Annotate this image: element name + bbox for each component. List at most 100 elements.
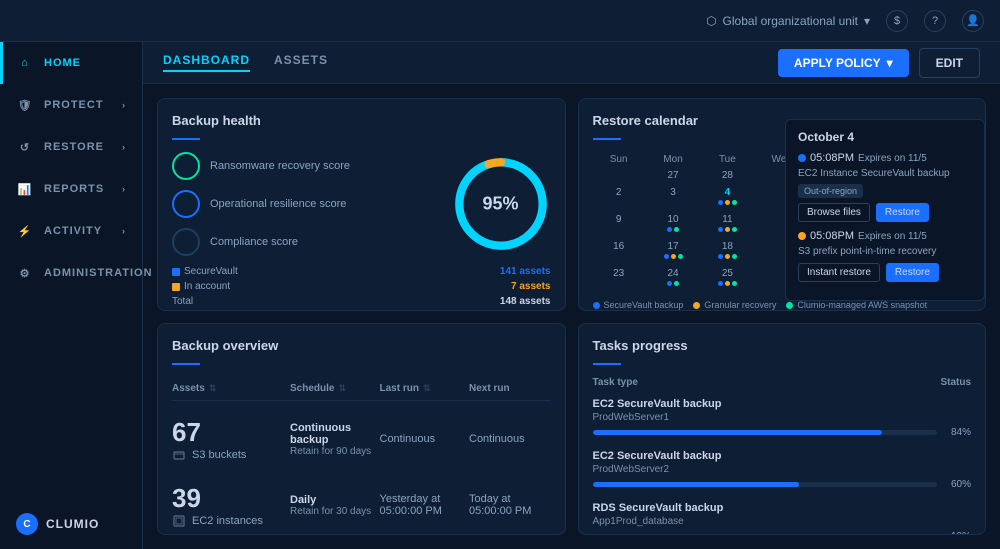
title-underline (593, 363, 621, 365)
cal-day (593, 167, 645, 184)
main-layout: ⌂ HOME 🛡 PROTECT › ↺ RESTORE › 📊 REPORTS… (0, 42, 1000, 549)
tasks-progress-title: Tasks progress (593, 338, 972, 353)
backup-overview-card: Backup overview Assets⇅ Schedule⇅ Last r… (157, 323, 566, 536)
score-operational: Operational resilience score (172, 190, 437, 218)
last-run-s3: Continuous (380, 433, 462, 445)
score-circle-compliance (172, 228, 200, 256)
restore-button-1[interactable]: Restore (876, 203, 929, 222)
task-bar-2: 60% (593, 479, 972, 490)
legend-securevault: SecureVault backup (604, 300, 684, 310)
cal-day[interactable]: 17 (647, 238, 699, 265)
event1-actions: Browse files Restore (798, 203, 972, 222)
task-sub-3: App1Prod_database (593, 516, 972, 527)
cal-day[interactable]: 24 (647, 265, 699, 292)
cal-day[interactable]: 18 (701, 238, 753, 265)
cal-header-tue: Tue (701, 152, 753, 167)
backup-health-card: Backup health Ransomware recovery score … (157, 98, 566, 311)
sidebar-item-label: PROTECT (44, 99, 104, 111)
last-run-ec2: Yesterday at 05:00:00 PM (380, 493, 462, 517)
sidebar: ⌂ HOME 🛡 PROTECT › ↺ RESTORE › 📊 REPORTS… (0, 42, 143, 549)
tooltip-date: October 4 (798, 130, 972, 144)
browse-files-button[interactable]: Browse files (798, 203, 870, 222)
cal-day[interactable]: 11 (701, 211, 753, 238)
restore-button-2[interactable]: Restore (886, 263, 939, 282)
inaccount-label: In account (184, 281, 230, 292)
donut-chart-area: 95% (451, 154, 551, 254)
score-circle-ransomware (172, 152, 200, 180)
tab-assets[interactable]: ASSETS (274, 53, 328, 72)
score-label-ransomware: Ransomware recovery score (210, 160, 350, 172)
dollar-icon[interactable]: $ (886, 10, 908, 32)
sidebar-item-protect[interactable]: 🛡 PROTECT › (0, 84, 142, 126)
legend-inaccount-row: In account 7 assets (172, 281, 551, 292)
legend-securevault-row: SecureVault 141 assets (172, 266, 551, 277)
total-count: 148 assets (500, 296, 551, 307)
asset-name-s3: S3 buckets (172, 448, 282, 462)
task-name-2: EC2 SecureVault backup (593, 450, 972, 462)
event2-time: 05:08PM (810, 230, 854, 242)
title-underline (593, 138, 621, 140)
org-selector[interactable]: ⬡ Global organizational unit ▾ (706, 14, 870, 28)
task-sub-1: ProdWebServer1 (593, 412, 972, 423)
table-row: 39 EC2 instances Daily Retain for 30 day… (172, 473, 551, 536)
score-compliance: Compliance score (172, 228, 437, 256)
next-run-ec2: Today at 05:00:00 PM (469, 493, 551, 517)
chevron-right-icon: › (122, 226, 126, 236)
org-icon: ⬡ (706, 14, 716, 28)
sidebar-item-home[interactable]: ⌂ HOME (0, 42, 142, 84)
cal-day[interactable]: 25 (701, 265, 753, 292)
cal-day[interactable]: 3 (647, 184, 699, 211)
user-icon[interactable]: 👤 (962, 10, 984, 32)
legend-aws-snapshot: Clumio-managed AWS snapshot (797, 300, 927, 310)
chevron-right-icon: › (122, 184, 126, 194)
sidebar-item-activity[interactable]: ⚡ ACTIVITY › (0, 210, 142, 252)
event2-desc: S3 prefix point-in-time recovery (798, 246, 972, 257)
cal-day[interactable]: 9 (593, 211, 645, 238)
task-bar-fill-3 (593, 534, 627, 536)
sidebar-item-administration[interactable]: ⚙ ADMINISTRATION (0, 252, 142, 294)
task-row-3: RDS SecureVault backup App1Prod_database… (593, 502, 972, 536)
edit-button[interactable]: EDIT (919, 48, 980, 78)
inaccount-dot (172, 283, 180, 291)
instant-restore-button[interactable]: Instant restore (798, 263, 880, 282)
event2-actions: Instant restore Restore (798, 263, 972, 282)
title-underline (172, 138, 200, 140)
sidebar-item-label: REPORTS (44, 183, 104, 195)
sidebar-item-restore[interactable]: ↺ RESTORE › (0, 126, 142, 168)
backup-health-title: Backup health (172, 113, 551, 128)
cal-day[interactable]: 27 (647, 167, 699, 184)
sort-icon[interactable]: ⇅ (423, 383, 431, 394)
chevron-right-icon: › (122, 142, 126, 152)
backup-health-content: Ransomware recovery score Operational re… (172, 152, 551, 256)
ec2-icon (172, 514, 186, 528)
home-icon: ⌂ (16, 54, 34, 72)
sidebar-item-reports[interactable]: 📊 REPORTS › (0, 168, 142, 210)
cal-day[interactable]: 16 (593, 238, 645, 265)
question-icon[interactable]: ? (924, 10, 946, 32)
legend-total-row: Total 148 assets (172, 296, 551, 307)
sort-icon[interactable]: ⇅ (338, 383, 346, 394)
sort-icon[interactable]: ⇅ (209, 383, 217, 394)
tab-dashboard[interactable]: DASHBOARD (163, 53, 250, 72)
asset-name-ec2: EC2 instances (172, 514, 282, 528)
activity-icon: ⚡ (16, 222, 34, 240)
task-bar-1: 84% (593, 427, 972, 438)
org-label: Global organizational unit (723, 14, 858, 28)
event2-expires: Expires on 11/5 (858, 231, 927, 242)
task-row-1: EC2 SecureVault backup ProdWebServer1 84… (593, 398, 972, 438)
clumio-logo-text: CLUMIO (46, 517, 99, 531)
sidebar-footer: C CLUMIO (0, 499, 142, 549)
cal-day-4[interactable]: 4 (701, 184, 753, 211)
next-run-s3: Continuous (469, 433, 551, 445)
event1-time: 05:08PM (810, 152, 854, 164)
cal-day[interactable]: 10 (647, 211, 699, 238)
cal-day[interactable]: 28 (701, 167, 753, 184)
task-pct-2: 60% (943, 479, 971, 490)
score-label-operational: Operational resilience score (210, 198, 346, 210)
cal-day[interactable]: 2 (593, 184, 645, 211)
cal-day[interactable]: 23 (593, 265, 645, 292)
table-header: Assets⇅ Schedule⇅ Last run⇅ Next run (172, 377, 551, 401)
total-label: Total (172, 296, 193, 307)
task-bar-3: 10% (593, 531, 972, 536)
apply-policy-button[interactable]: APPLY POLICY ▾ (778, 49, 909, 77)
